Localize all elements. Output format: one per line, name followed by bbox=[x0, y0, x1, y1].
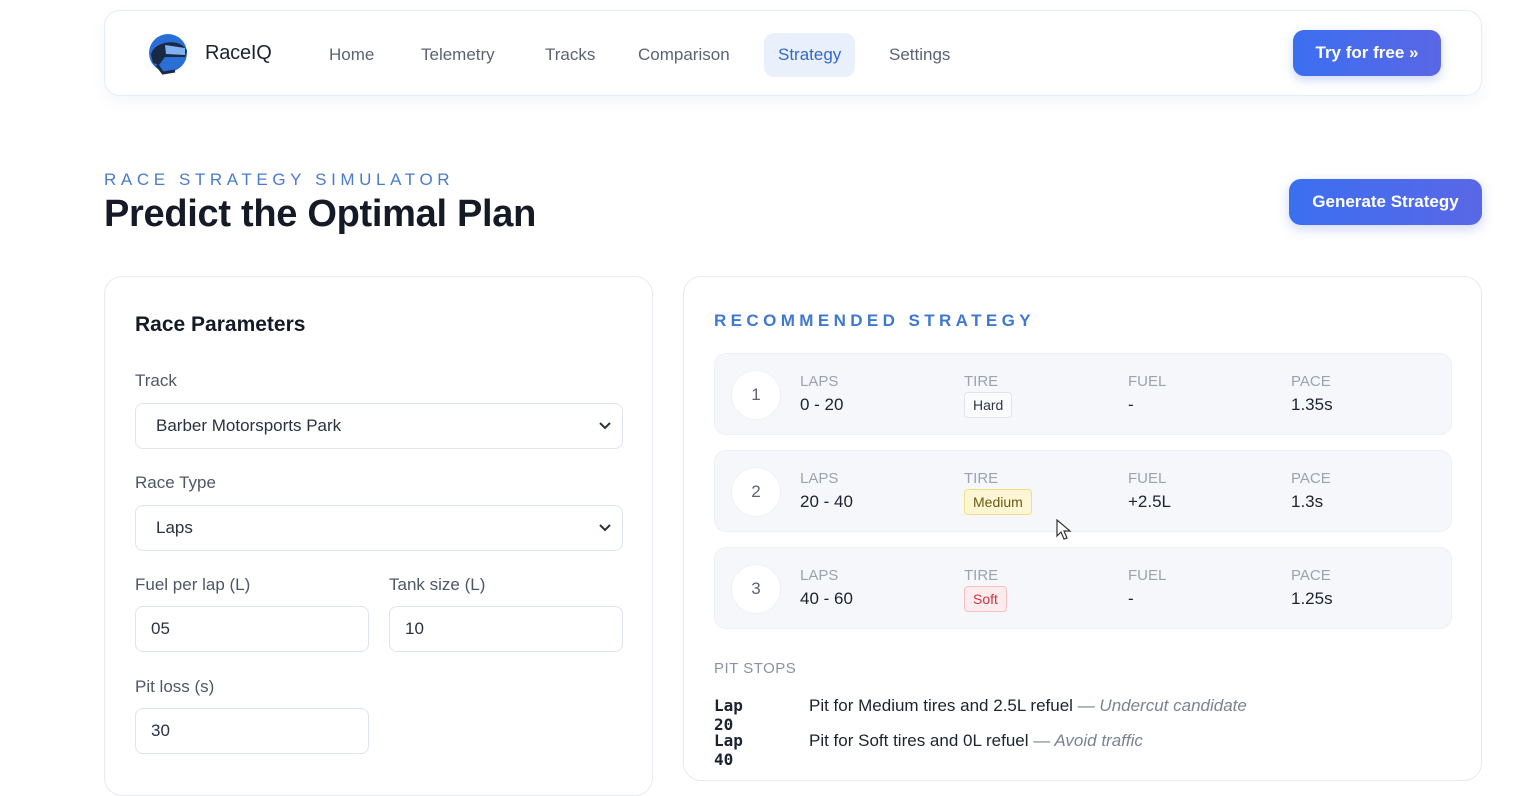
laps-value: 0 - 20 bbox=[800, 395, 844, 414]
race-type-select-value: Laps bbox=[156, 518, 193, 537]
tank-size-label: Tank size (L) bbox=[389, 575, 486, 594]
nav-tracks[interactable]: Tracks bbox=[531, 33, 609, 77]
fuel-value: - bbox=[1128, 395, 1134, 414]
pit-stop-text: Pit for Soft tires and 0L refuel — Avoid… bbox=[809, 731, 1143, 751]
pace-value: 1.3s bbox=[1291, 492, 1324, 511]
fuel-value: - bbox=[1128, 589, 1134, 608]
top-navbar: RaceIQ Home Telemetry Tracks Comparison … bbox=[104, 10, 1482, 96]
chevron-down-icon bbox=[599, 524, 611, 532]
mouse-cursor-icon bbox=[1056, 519, 1072, 540]
race-parameters-title: Race Parameters bbox=[135, 313, 306, 336]
page-title: Predict the Optimal Plan bbox=[104, 193, 537, 235]
nav-strategy[interactable]: Strategy bbox=[764, 33, 856, 77]
pace-label: PACE bbox=[1291, 470, 1331, 487]
page-eyebrow: RACE STRATEGY SIMULATOR bbox=[104, 170, 455, 189]
laps-label: LAPS bbox=[800, 470, 839, 487]
stint-row: 1 LAPS 0 - 20 TIRE Hard FUEL - PACE 1.35… bbox=[714, 353, 1452, 435]
stint-row: 3 LAPS 40 - 60 TIRE Soft FUEL - PACE 1.2… bbox=[714, 547, 1452, 629]
nav-settings[interactable]: Settings bbox=[875, 33, 964, 77]
pit-stops-title: PIT STOPS bbox=[714, 660, 797, 677]
stint-number: 3 bbox=[731, 564, 781, 614]
laps-value: 40 - 60 bbox=[800, 589, 853, 608]
tire-label: TIRE bbox=[964, 470, 999, 487]
pit-stop-note: — Avoid traffic bbox=[1033, 731, 1143, 750]
pit-stop-lap: Lap 20 bbox=[714, 696, 743, 734]
pit-stop-action: Pit for Medium tires and 2.5L refuel bbox=[809, 696, 1073, 715]
fuel-label: FUEL bbox=[1128, 373, 1167, 390]
tank-size-input[interactable]: 10 bbox=[389, 606, 623, 652]
nav-home[interactable]: Home bbox=[315, 33, 388, 77]
pace-value: 1.25s bbox=[1291, 589, 1333, 608]
try-for-free-button[interactable]: Try for free » bbox=[1293, 30, 1441, 76]
chevron-down-icon bbox=[599, 422, 611, 430]
brand-name[interactable]: RaceIQ bbox=[205, 42, 272, 65]
race-type-select[interactable]: Laps bbox=[135, 505, 623, 551]
tire-badge: Hard bbox=[964, 392, 1013, 418]
track-select-value: Barber Motorsports Park bbox=[156, 416, 342, 435]
stint-number: 1 bbox=[731, 370, 781, 420]
pace-label: PACE bbox=[1291, 373, 1331, 390]
laps-label: LAPS bbox=[800, 567, 839, 584]
laps-label: LAPS bbox=[800, 373, 839, 390]
fuel-label: FUEL bbox=[1128, 470, 1167, 487]
generate-strategy-button[interactable]: Generate Strategy bbox=[1289, 179, 1482, 225]
nav-comparison[interactable]: Comparison bbox=[624, 33, 744, 77]
pit-stop-lap: Lap 40 bbox=[714, 731, 743, 769]
nav-telemetry[interactable]: Telemetry bbox=[407, 33, 509, 77]
stint-row: 2 LAPS 20 - 40 TIRE Medium FUEL +2.5L PA… bbox=[714, 450, 1452, 532]
tire-badge: Soft bbox=[964, 586, 1007, 612]
tire-label: TIRE bbox=[964, 373, 999, 390]
pit-loss-label: Pit loss (s) bbox=[135, 677, 215, 696]
fuel-per-lap-label: Fuel per lap (L) bbox=[135, 575, 251, 594]
track-select[interactable]: Barber Motorsports Park bbox=[135, 403, 623, 449]
tire-badge: Medium bbox=[964, 489, 1032, 515]
race-type-label: Race Type bbox=[135, 473, 216, 492]
recommended-strategy-title: RECOMMENDED STRATEGY bbox=[714, 311, 1035, 330]
fuel-per-lap-input[interactable]: 05 bbox=[135, 606, 369, 652]
fuel-label: FUEL bbox=[1128, 567, 1167, 584]
stint-number: 2 bbox=[731, 467, 781, 517]
track-label: Track bbox=[135, 371, 177, 390]
laps-value: 20 - 40 bbox=[800, 492, 853, 511]
pace-label: PACE bbox=[1291, 567, 1331, 584]
pit-stop-action: Pit for Soft tires and 0L refuel bbox=[809, 731, 1029, 750]
race-parameters-card: Race Parameters Track Barber Motorsports… bbox=[104, 276, 653, 796]
fuel-value: +2.5L bbox=[1128, 492, 1172, 511]
pit-stop-text: Pit for Medium tires and 2.5L refuel — U… bbox=[809, 696, 1247, 716]
helmet-icon[interactable] bbox=[145, 31, 191, 77]
pit-loss-input[interactable]: 30 bbox=[135, 708, 369, 754]
pit-stop-note: — Undercut candidate bbox=[1077, 696, 1247, 715]
pace-value: 1.35s bbox=[1291, 395, 1333, 414]
tire-label: TIRE bbox=[964, 567, 999, 584]
recommended-strategy-card: RECOMMENDED STRATEGY 1 LAPS 0 - 20 TIRE … bbox=[683, 276, 1482, 781]
